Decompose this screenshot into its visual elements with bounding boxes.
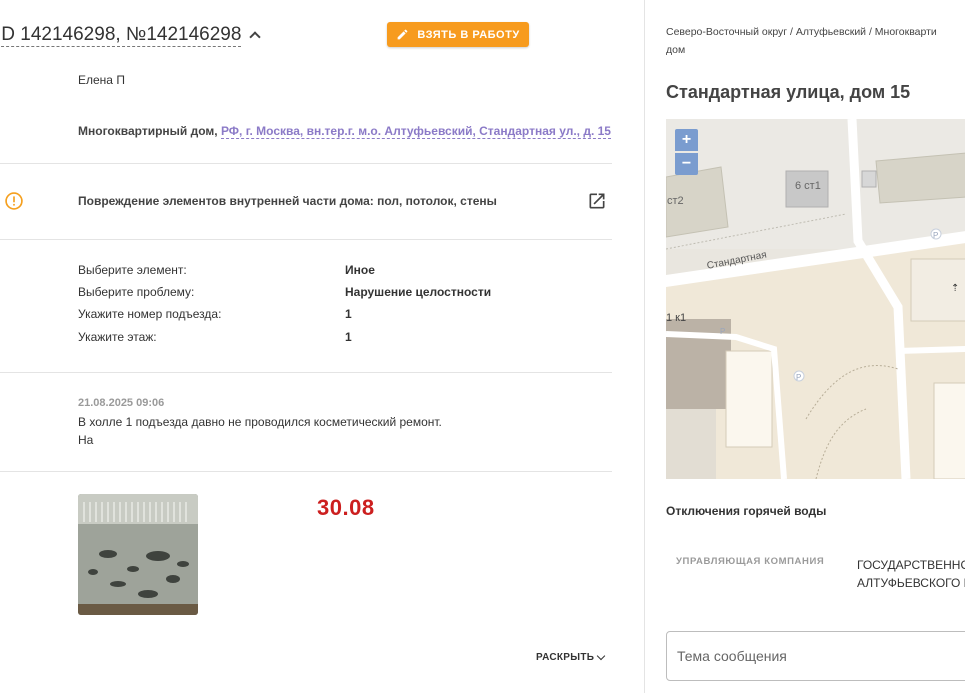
zoom-out-button[interactable]: − xyxy=(675,153,698,175)
chevron-down-icon xyxy=(597,651,606,660)
breadcrumb: Северо-Восточный округ / Алтуфьевский / … xyxy=(666,23,965,59)
message-subject-input[interactable] xyxy=(666,631,965,681)
svg-text:P: P xyxy=(720,327,725,336)
map-canvas: P P P ⇡ xyxy=(666,119,965,479)
divider xyxy=(0,471,612,472)
expand-label: РАСКРЫТЬ xyxy=(536,652,595,663)
comment-date: 21.08.2025 09:06 xyxy=(78,397,165,409)
hot-water-title: Отключения горячей воды xyxy=(666,504,827,518)
warning-icon xyxy=(5,192,23,210)
divider xyxy=(0,372,612,373)
param-value-entrance: 1 xyxy=(345,307,352,321)
deadline-date: 30.08 xyxy=(317,495,375,520)
param-value-floor: 1 xyxy=(345,330,352,344)
problem-title: Повреждение элементов внутренней части д… xyxy=(78,194,497,208)
divider xyxy=(0,163,612,164)
comment-text-continued: На xyxy=(78,433,94,447)
take-to-work-label: ВЗЯТЬ В РАБОТУ xyxy=(417,28,520,41)
param-label-floor: Укажите этаж: xyxy=(78,330,157,344)
take-to-work-button[interactable]: ВЗЯТЬ В РАБОТУ xyxy=(387,22,529,47)
svg-text:⇡: ⇡ xyxy=(951,283,959,294)
map[interactable]: P P P ⇡ ст2 6 ст1 1 к1 Стандартная + − xyxy=(666,119,965,479)
param-label-element: Выберите элемент: xyxy=(78,263,187,277)
param-value-problem: Нарушение целостности xyxy=(345,285,492,299)
object-address: Многоквартирный дом, РФ, г. Москва, вн.т… xyxy=(78,124,611,139)
svg-text:P: P xyxy=(796,373,801,382)
comment-text: В холле 1 подъезда давно не проводился к… xyxy=(78,415,442,429)
map-label-b3: 1 к1 xyxy=(666,312,687,324)
photo-thumbnail-image xyxy=(78,494,198,615)
expand-button[interactable]: РАСКРЫТЬ xyxy=(536,651,606,663)
author-name: Елена П xyxy=(78,73,125,87)
zoom-in-button[interactable]: + xyxy=(675,129,698,151)
house-info-panel: Северо-Восточный округ / Алтуфьевский / … xyxy=(645,0,965,693)
object-type: Многоквартирный дом, xyxy=(78,124,218,138)
house-title: Стандартная улица, дом 15 xyxy=(666,82,911,102)
zoom-controls: + − xyxy=(675,129,698,175)
ticket-panel: ID 142146298, №142146298 ВЗЯТЬ В РАБОТУ … xyxy=(0,0,645,693)
chevron-up-icon[interactable] xyxy=(249,31,262,43)
map-label-b2: ст2 xyxy=(667,195,684,207)
ticket-id-header[interactable]: ID 142146298, №142146298 xyxy=(0,24,262,47)
ticket-id-text[interactable]: ID 142146298, №142146298 xyxy=(0,24,242,47)
management-company-line-1: ГОСУДАРСТВЕННО xyxy=(857,558,965,572)
param-value-element: Иное xyxy=(345,263,375,277)
svg-text:P: P xyxy=(933,231,938,240)
breadcrumb-line-1: Северо-Восточный округ / Алтуфьевский / … xyxy=(666,26,937,38)
management-company-line-2: АЛТУФЬЕВСКОГО Р xyxy=(857,576,965,590)
open-external-icon[interactable] xyxy=(587,191,607,211)
attached-photo[interactable] xyxy=(78,494,198,615)
pencil-icon xyxy=(397,29,408,40)
management-company-label: УПРАВЛЯЮЩАЯ КОМПАНИЯ xyxy=(676,556,825,567)
param-label-entrance: Укажите номер подъезда: xyxy=(78,307,222,321)
param-label-problem: Выберите проблему: xyxy=(78,285,195,299)
breadcrumb-line-2: дом xyxy=(666,44,686,56)
management-company-value: ГОСУДАРСТВЕННО АЛТУФЬЕВСКОГО Р xyxy=(857,556,965,592)
map-label-b1: 6 ст1 xyxy=(795,180,821,192)
address-link[interactable]: РФ, г. Москва, вн.тер.г. м.о. Алтуфьевск… xyxy=(220,124,611,139)
divider xyxy=(0,239,612,240)
